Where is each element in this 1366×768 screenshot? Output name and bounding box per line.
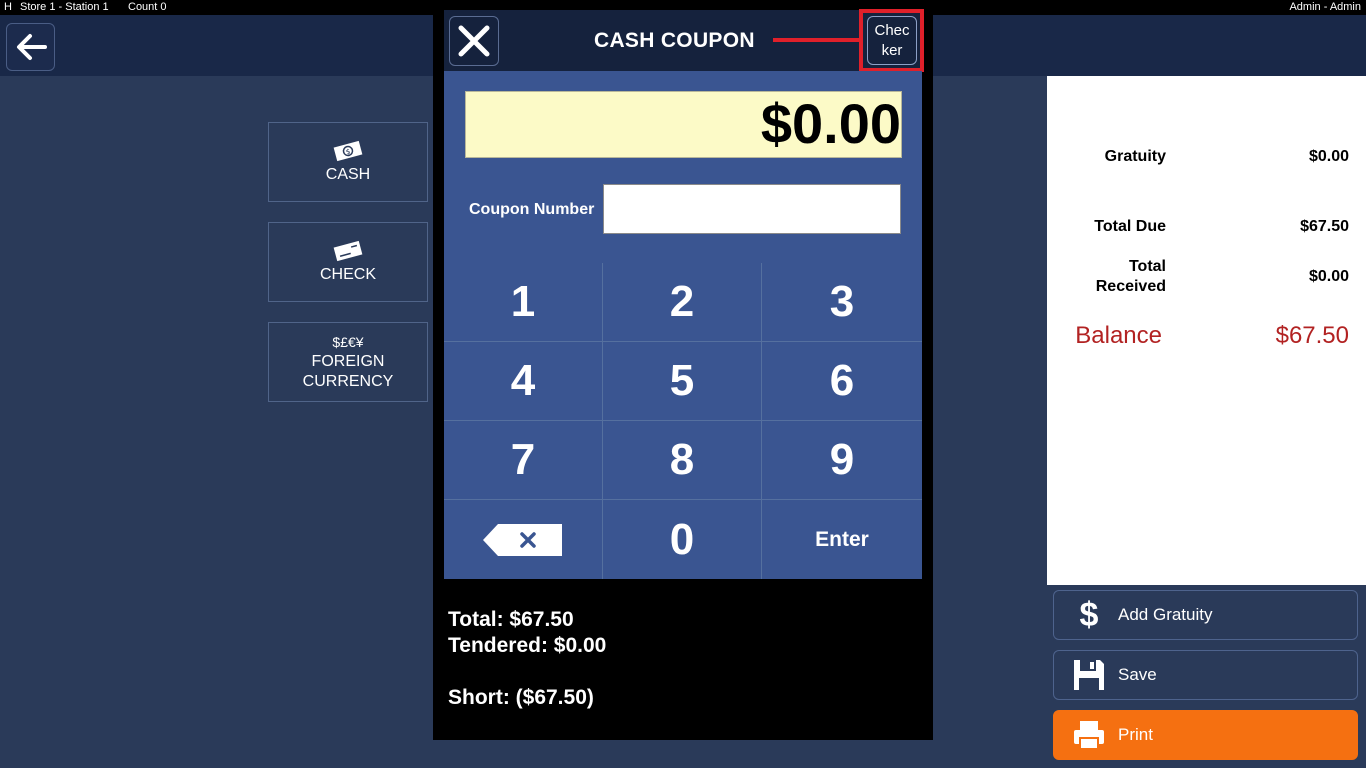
dialog-short: Short: ($67.50): [448, 686, 594, 709]
foreign-label-line1: FOREIGN: [311, 353, 385, 370]
checker-label-line2: ker: [881, 42, 903, 59]
total-due-value: $67.50: [1300, 218, 1349, 235]
print-label: Print: [1118, 725, 1153, 744]
foreign-currency-tender-button[interactable]: $£€¥ FOREIGN CURRENCY: [268, 322, 428, 402]
coupon-number-label: Coupon Number: [469, 201, 595, 218]
floppy-disk-icon: [1060, 658, 1118, 692]
checker-label-line1: Chec: [874, 22, 910, 39]
check-icon: [332, 239, 364, 263]
cash-tender-button[interactable]: $ CASH: [268, 122, 428, 202]
key-5[interactable]: 5: [603, 342, 762, 421]
actions-panel: $ Add Gratuity Save Print: [1047, 585, 1366, 768]
cash-icon: $: [332, 139, 364, 163]
close-icon: [458, 25, 490, 57]
checker-button[interactable]: Chec ker: [867, 16, 917, 65]
cash-coupon-dialog: CASH COUPON Chec ker $0.00 Coupon Number…: [433, 9, 933, 740]
numeric-keypad: 1 2 3 4 5 6 7 8 9 0 Enter: [444, 263, 922, 579]
key-0[interactable]: 0: [603, 500, 762, 579]
printer-icon: [1060, 719, 1118, 751]
total-received-label-line2: Received: [1095, 278, 1166, 295]
dollar-icon: $: [1079, 596, 1099, 634]
add-gratuity-label: Add Gratuity: [1118, 605, 1213, 624]
key-2[interactable]: 2: [603, 263, 762, 342]
payment-summary-panel: Gratuity $0.00 Total Due $67.50 Total Re…: [1047, 76, 1366, 585]
enter-key[interactable]: Enter: [762, 500, 922, 579]
entry-area: $0.00 Coupon Number: [444, 71, 922, 263]
count-label: Count 0: [128, 1, 167, 13]
dialog-title: CASH COUPON: [594, 29, 755, 52]
key-7[interactable]: 7: [444, 421, 603, 500]
key-8[interactable]: 8: [603, 421, 762, 500]
total-due-label: Total Due: [1094, 218, 1166, 235]
dialog-total: Total: $67.50: [448, 608, 574, 631]
save-label: Save: [1118, 665, 1157, 684]
backspace-icon: [483, 523, 562, 556]
currency-symbols-icon: $£€¥: [332, 334, 364, 350]
key-9[interactable]: 9: [762, 421, 922, 500]
amount-display[interactable]: $0.00: [465, 91, 902, 158]
coupon-number-input[interactable]: [603, 184, 901, 234]
key-4[interactable]: 4: [444, 342, 603, 421]
dialog-tendered: Tendered: $0.00: [448, 634, 607, 657]
station-label: Store 1 - Station 1: [20, 1, 109, 13]
balance-value: $67.50: [1275, 322, 1349, 349]
add-gratuity-button[interactable]: $ Add Gratuity: [1053, 590, 1358, 640]
save-button[interactable]: Save: [1053, 650, 1358, 700]
topbar-letter: H: [4, 1, 12, 13]
key-3[interactable]: 3: [762, 263, 922, 342]
gratuity-label: Gratuity: [1104, 148, 1166, 165]
check-label: CHECK: [319, 266, 376, 283]
key-6[interactable]: 6: [762, 342, 922, 421]
print-button[interactable]: Print: [1053, 710, 1358, 760]
backspace-key[interactable]: [444, 500, 603, 579]
highlight-connector: [773, 38, 860, 42]
cash-label: CASH: [325, 166, 371, 183]
back-button[interactable]: [6, 23, 55, 71]
key-1[interactable]: 1: [444, 263, 603, 342]
balance-label: Balance: [1075, 322, 1162, 349]
close-button[interactable]: [449, 16, 499, 66]
gratuity-value: $0.00: [1308, 148, 1349, 165]
user-label: Admin - Admin: [1289, 1, 1361, 13]
check-tender-button[interactable]: CHECK: [268, 222, 428, 302]
foreign-label-line2: CURRENCY: [302, 373, 394, 390]
total-received-label-line1: Total: [1128, 258, 1166, 275]
total-received-value: $0.00: [1308, 268, 1349, 285]
arrow-left-icon: [16, 34, 47, 60]
